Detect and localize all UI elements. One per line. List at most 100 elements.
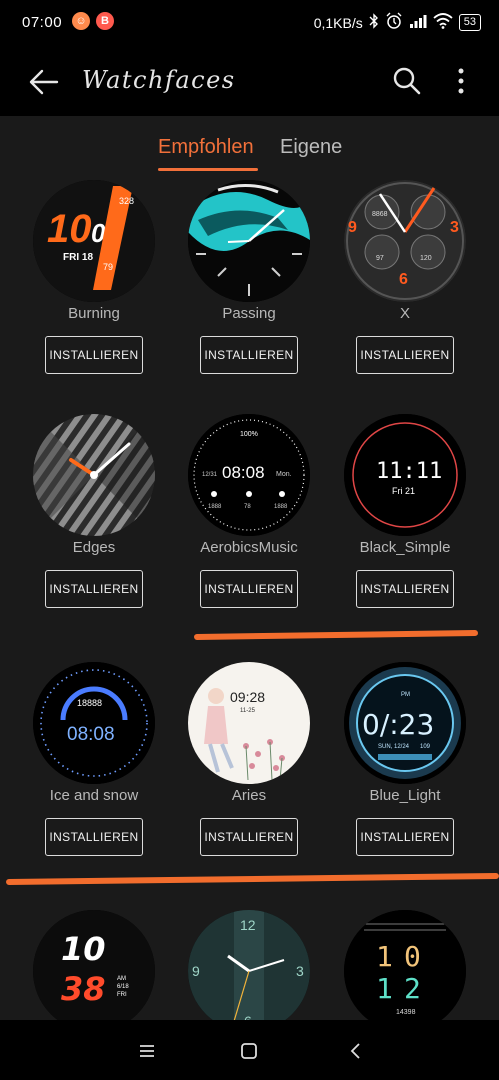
watchface-grid: 10 08 FRI 18 328 79 Burning INSTALLIEREN	[0, 180, 499, 1020]
row4-3-steps: 14398	[396, 1009, 416, 1016]
watchface-preview[interactable]: 1 0 1 2 14398	[344, 910, 466, 1020]
watchface-card-row4-1: 10 38 AM 6/18 FRI	[16, 910, 172, 1020]
search-icon	[393, 67, 421, 95]
tab-bar: Empfohlen Eigene	[0, 116, 499, 176]
watchface-name: Aries	[231, 787, 267, 804]
install-button[interactable]: INSTALLIEREN	[200, 818, 298, 856]
blue-light-pm: PM	[401, 692, 410, 698]
back-triangle-icon	[350, 1043, 360, 1059]
watchface-name: AerobicsMusic	[200, 539, 298, 556]
battery-indicator: 53	[458, 14, 481, 31]
install-button[interactable]: INSTALLIEREN	[200, 570, 298, 608]
watchface-name: Blue_Light	[369, 787, 441, 804]
network-speed: 0,1KB/s	[313, 14, 363, 31]
row4-3-m2: 2	[404, 972, 421, 1005]
aerobics-battery: 100%	[240, 431, 258, 438]
watchface-name: Black_Simple	[359, 539, 451, 556]
watchface-preview[interactable]	[33, 414, 155, 536]
aerobics-s3: 1888	[274, 504, 288, 510]
watchface-name: Burning	[68, 305, 120, 322]
watchface-name: Passing	[222, 305, 276, 322]
tab-eigene[interactable]: Eigene	[280, 136, 342, 159]
x-num-left: 9	[348, 219, 357, 236]
burning-hour: 10	[47, 207, 92, 251]
highlight-stroke	[193, 630, 479, 640]
watchface-name: X	[399, 305, 410, 322]
system-nav-bar	[0, 1020, 499, 1080]
blue-light-time: 0/:23	[362, 708, 434, 741]
x-d2: 97	[376, 255, 384, 262]
page-title: Watchfaces	[82, 66, 236, 94]
x-num-right: 3	[450, 219, 459, 236]
aerobics-s2: 78	[244, 504, 251, 510]
recent-apps-button[interactable]	[132, 1036, 162, 1066]
row4-3-h2: 0	[404, 940, 421, 973]
row4-1-day: FRI	[117, 992, 127, 998]
install-button[interactable]: INSTALLIEREN	[45, 336, 143, 374]
watchface-preview[interactable]: 09:28 11-25	[188, 662, 310, 784]
row4-2-n12: 12	[240, 917, 256, 933]
more-vertical-icon	[458, 68, 464, 94]
watchface-name: Ice and snow	[49, 787, 139, 804]
row4-1-ampm: AM	[117, 976, 126, 982]
ice-time: 08:08	[67, 724, 115, 745]
bluetooth-icon	[369, 13, 379, 32]
install-button[interactable]: INSTALLIEREN	[45, 818, 143, 856]
row4-1-hour: 10	[61, 930, 106, 968]
status-time: 07:00	[22, 14, 63, 31]
row4-2-n9: 9	[192, 963, 200, 979]
watchface-preview[interactable]: PM 0/:23 SUN, 12/24 109	[344, 662, 466, 784]
watchface-preview[interactable]: 10 08 FRI 18 328 79	[33, 180, 155, 302]
watchface-preview[interactable]: 10 38 AM 6/18 FRI	[33, 910, 155, 1020]
watchface-card-row4-2: 12 3 6 9	[171, 910, 327, 1020]
burning-side2: 79	[103, 262, 113, 272]
aries-date: 11-25	[240, 708, 256, 714]
install-button[interactable]: INSTALLIEREN	[200, 336, 298, 374]
back-button[interactable]	[26, 64, 62, 100]
arrow-left-icon	[29, 69, 59, 95]
search-button[interactable]	[390, 64, 424, 98]
nav-back-button[interactable]	[340, 1036, 370, 1066]
watchface-card-row4-3: 1 0 1 2 14398	[327, 910, 483, 1020]
row4-1-minute: 38	[61, 970, 106, 1008]
home-button[interactable]	[234, 1036, 264, 1066]
watchface-preview[interactable]: 8868 97 120 9 3 6	[344, 180, 466, 302]
watchface-name: Edges	[72, 539, 116, 556]
row4-3-m1: 1	[376, 972, 393, 1005]
burning-day: FRI 18	[63, 252, 93, 263]
install-button[interactable]: INSTALLIEREN	[356, 336, 454, 374]
ice-steps: 18888	[77, 698, 102, 708]
notification-b-icon: B	[96, 12, 114, 30]
watchface-preview[interactable]	[188, 180, 310, 302]
watchface-card-aerobicsmusic: 100% 12/31 08:08 Mon. 1888 78 1888 Aerob…	[171, 414, 327, 608]
highlight-stroke	[5, 872, 499, 886]
more-options-button[interactable]	[446, 64, 476, 98]
watchface-preview[interactable]: 12 3 6 9	[188, 910, 310, 1020]
burning-side1: 328	[119, 196, 134, 206]
install-button[interactable]: INSTALLIEREN	[45, 570, 143, 608]
row4-3-h1: 1	[376, 940, 393, 973]
install-button[interactable]: INSTALLIEREN	[356, 818, 454, 856]
watchface-card-black-simple: 11:11 Fri 21 Black_Simple INSTALLIEREN	[327, 414, 483, 608]
signal-icon	[409, 14, 427, 31]
menu-icon	[140, 1045, 154, 1057]
watchface-preview[interactable]: 11:11 Fri 21	[344, 414, 466, 536]
status-right-group: 0,1KB/s 53	[314, 12, 481, 33]
black-simple-day: Fri 21	[392, 486, 415, 496]
watchface-card-aries: 09:28 11-25 Aries INSTALLIEREN	[171, 662, 327, 856]
watchface-card-ice-and-snow: 18888 08:08 Ice and snow INSTALLIEREN	[16, 662, 172, 856]
watchface-card-burning: 10 08 FRI 18 328 79 Burning INSTALLIEREN	[16, 180, 172, 374]
blue-light-hr: 109	[420, 744, 431, 750]
tab-empfohlen[interactable]: Empfohlen	[158, 136, 254, 159]
watchface-preview[interactable]: 100% 12/31 08:08 Mon. 1888 78 1888	[188, 414, 310, 536]
watchface-card-edges: Edges INSTALLIEREN	[16, 414, 172, 608]
blue-light-date: SUN, 12/24	[378, 744, 410, 750]
wifi-icon	[433, 13, 453, 32]
install-button[interactable]: INSTALLIEREN	[356, 570, 454, 608]
x-num-bottom: 6	[399, 271, 408, 288]
row4-2-n3: 3	[296, 963, 304, 979]
watchface-card-x: 8868 97 120 9 3 6 X INSTALLIEREN	[327, 180, 483, 374]
watchface-card-blue-light: PM 0/:23 SUN, 12/24 109 Blue_Light INSTA…	[327, 662, 483, 856]
watchface-card-passing: Passing INSTALLIEREN	[171, 180, 327, 374]
watchface-preview[interactable]: 18888 08:08	[33, 662, 155, 784]
